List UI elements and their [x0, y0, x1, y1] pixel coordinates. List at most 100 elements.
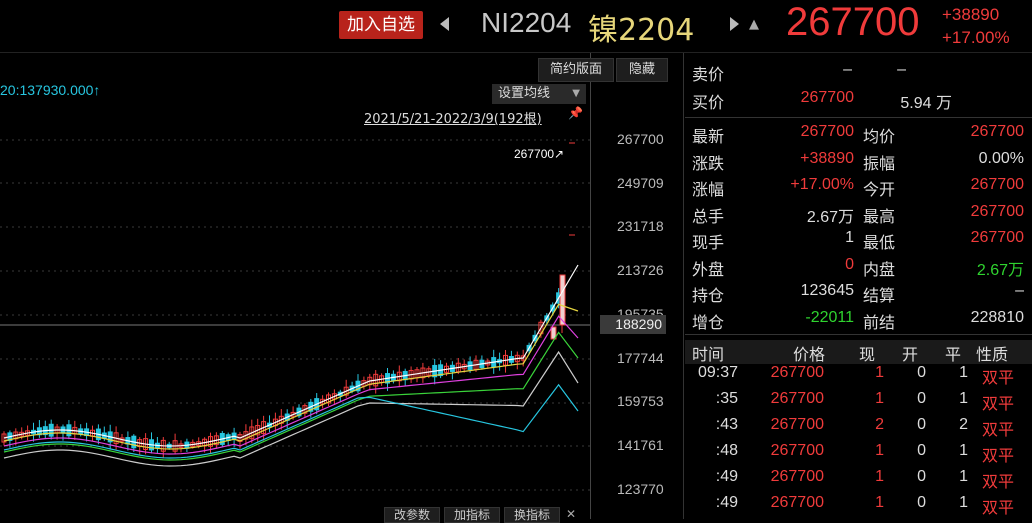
max-price-marker: 267700↗: [514, 147, 565, 161]
divider: [685, 334, 1032, 335]
trade-close: 1: [959, 390, 968, 407]
trade-price: 267700: [770, 390, 824, 407]
trade-now: 1: [875, 494, 884, 511]
trade-nature: 双平: [982, 472, 1015, 491]
col-price: 价格: [793, 345, 826, 364]
sell-price: –: [843, 61, 852, 78]
add-to-watchlist-button[interactable]: 加入自选: [339, 11, 423, 39]
sell-volume: –: [897, 61, 906, 78]
stat-value: -22011: [805, 308, 854, 326]
stat-value: 123645: [800, 282, 854, 299]
change-amount: +38890: [942, 5, 1000, 24]
trade-nature: 双平: [982, 394, 1015, 413]
stat-label: 增仓: [692, 312, 725, 332]
buy-price: 267700: [800, 89, 854, 106]
stat-label: 内盘: [863, 259, 896, 279]
stat-value: 267700: [970, 202, 1024, 220]
trade-now: 1: [875, 468, 884, 485]
trade-price: 267700: [770, 416, 824, 433]
ma-settings-label: 设置均线: [498, 86, 551, 101]
trade-time: :35: [715, 390, 738, 407]
stat-label: 外盘: [692, 259, 725, 279]
sell-label: 卖价: [692, 65, 725, 84]
stat-label: 涨跌: [692, 153, 725, 173]
stat-label: 总手: [692, 206, 725, 226]
add-indicator-button[interactable]: 加指标: [444, 507, 500, 523]
stat-value: 0.00%: [978, 149, 1024, 167]
ma-settings-dropdown[interactable]: 设置均线 ▼: [492, 84, 586, 104]
trade-nature: 双平: [982, 446, 1015, 465]
chevron-down-icon: ▼: [572, 88, 580, 99]
stat-label: 最低: [863, 233, 896, 252]
date-range-label[interactable]: 2021/5/21-2022/3/9(192根): [364, 108, 542, 127]
contract-name: 镍2204: [588, 13, 695, 48]
edit-params-button[interactable]: 改参数: [384, 507, 440, 523]
stat-value: 267700: [970, 176, 1024, 193]
next-contract-icon[interactable]: [730, 17, 739, 31]
pin-icon[interactable]: 📌: [568, 106, 583, 120]
trade-price: 267700: [770, 494, 824, 511]
stat-value: 2.67万: [976, 261, 1024, 279]
trade-price: 267700: [770, 364, 824, 381]
change-percent: +17.00%: [942, 28, 1010, 47]
trade-time: :49: [715, 494, 738, 511]
col-nature: 性质: [976, 345, 1009, 364]
trade-now: 1: [875, 390, 884, 407]
stat-label: 持仓: [692, 286, 725, 305]
stat-value: 228810: [970, 308, 1024, 326]
trade-price: 267700: [770, 468, 824, 485]
ma60-line: [3, 350, 579, 467]
stat-label: 结算: [863, 286, 896, 305]
y-tick-label: 141761: [617, 436, 664, 453]
trade-open: 0: [917, 442, 926, 459]
stat-value: –: [1015, 282, 1024, 299]
trade-open: 0: [917, 390, 926, 407]
col-now: 现: [859, 345, 876, 364]
trade-price: 267700: [770, 442, 824, 459]
stat-value: 267700: [970, 229, 1024, 246]
simple-layout-button[interactable]: 简约版面: [538, 58, 614, 82]
crosshair-price-label: 188290: [600, 315, 666, 334]
y-tick-label: 231718: [617, 218, 664, 235]
price-axis: 267700 249709 231718 213726 195735 177744 1597…: [590, 53, 683, 519]
trade-open: 0: [917, 468, 926, 485]
switch-indicator-button[interactable]: 换指标: [504, 507, 560, 523]
price-change: +38890 +17.00%: [942, 3, 1010, 49]
stat-value: 267700: [970, 123, 1024, 140]
trade-now: 1: [875, 442, 884, 459]
col-time: 时间: [692, 345, 725, 364]
stat-label: 振幅: [863, 153, 896, 173]
stat-value: 0: [845, 255, 854, 273]
trade-open: 0: [917, 416, 926, 433]
previous-contract-icon[interactable]: [440, 17, 449, 31]
stat-label: 均价: [863, 127, 896, 146]
last-price: 267700: [786, 0, 920, 44]
col-close: 平: [945, 345, 962, 364]
stat-label: 最新: [692, 127, 725, 146]
stat-label: 涨幅: [692, 180, 725, 199]
hide-button[interactable]: 隐藏: [616, 58, 668, 82]
divider: [685, 117, 1032, 118]
trade-open: 0: [917, 364, 926, 381]
trade-close: 1: [959, 494, 968, 511]
stat-label: 最高: [863, 206, 896, 226]
alert-bell-icon[interactable]: ▲: [749, 17, 759, 32]
stat-value: 1: [845, 229, 854, 246]
y-tick-label: 213726: [617, 262, 664, 279]
trade-nature: 双平: [982, 498, 1015, 517]
trade-now: 1: [875, 364, 884, 381]
buy-label: 买价: [692, 93, 725, 112]
stat-value: 267700: [800, 123, 854, 140]
trade-now: 2: [875, 416, 884, 433]
col-open: 开: [902, 345, 919, 364]
stat-label: 今开: [863, 180, 896, 199]
buy-volume: 5.94 万: [900, 95, 952, 112]
y-tick-label: 267700: [617, 131, 664, 147]
ma20-value-label: 20:137930.000↑: [0, 82, 101, 98]
trade-time: :43: [715, 416, 738, 433]
stat-value: 2.67万: [806, 208, 854, 226]
y-tick-label: 159753: [617, 393, 664, 410]
candle-body: [559, 274, 566, 326]
trade-open: 0: [917, 494, 926, 511]
y-tick-label: 177744: [617, 349, 664, 366]
